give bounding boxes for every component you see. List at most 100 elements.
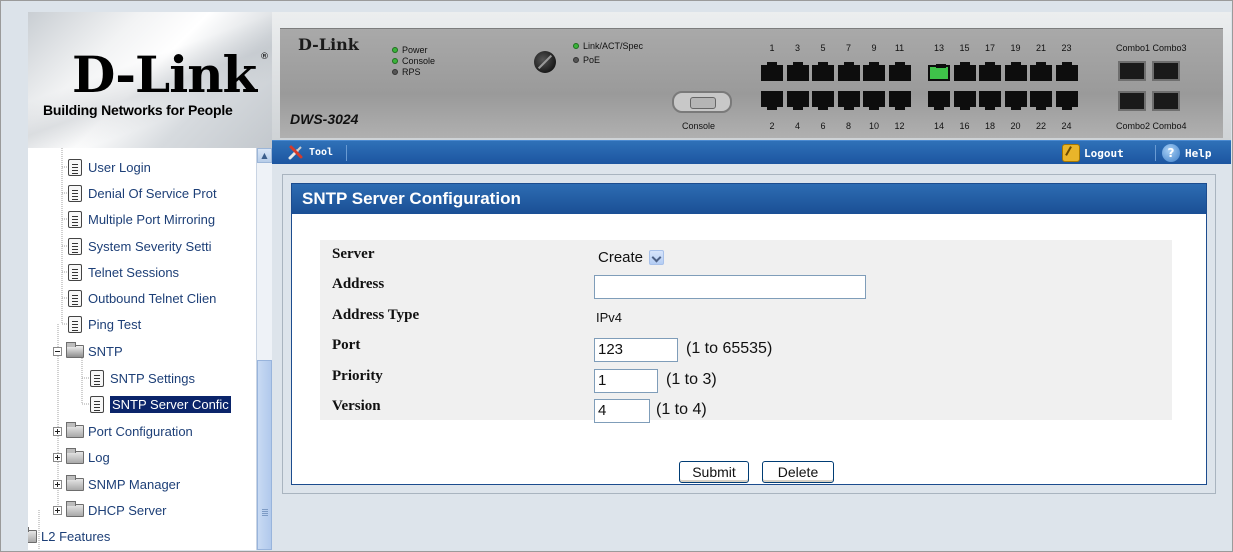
sfp-port-combo1 bbox=[1118, 61, 1146, 81]
version-range-hint: (1 to 4) bbox=[656, 401, 707, 418]
led-indicator bbox=[392, 47, 398, 53]
ethernet-port-3 bbox=[786, 62, 809, 81]
led-power: Power bbox=[392, 45, 428, 55]
expand-toggle-icon[interactable] bbox=[53, 479, 62, 489]
chevron-down-icon[interactable] bbox=[649, 249, 665, 265]
tree-item-log[interactable]: Log bbox=[53, 446, 110, 468]
tree-item-multiple-port-mirroring[interactable]: Multiple Port Mirroring bbox=[68, 208, 215, 230]
dlink-logo: D-Link ® Building Networks for People bbox=[28, 12, 272, 148]
ethernet-port-20 bbox=[1004, 91, 1027, 110]
port-number-label: 2 bbox=[769, 121, 775, 131]
help-question-icon: ? bbox=[1162, 144, 1180, 162]
tree-item-ping-test[interactable]: Ping Test bbox=[68, 313, 141, 335]
port-input[interactable]: 123 bbox=[594, 338, 678, 362]
tree-item-label: DHCP Server bbox=[88, 502, 167, 518]
tree-item-denial-of-service[interactable]: Denial Of Service Prot bbox=[68, 182, 217, 204]
tree-item-label: SNMP Manager bbox=[88, 476, 181, 492]
tree-item-label: Telnet Sessions bbox=[88, 264, 180, 280]
port-number-label: 15 bbox=[959, 43, 970, 53]
led-link-act: Link/ACT/Spec bbox=[573, 41, 643, 51]
expand-toggle-icon[interactable] bbox=[53, 426, 62, 436]
tool-label: Tool bbox=[309, 146, 334, 158]
port-number-label: 24 bbox=[1061, 121, 1072, 131]
toolbar-divider bbox=[346, 145, 347, 161]
tree-item-label: Multiple Port Mirroring bbox=[88, 211, 216, 227]
logout-key-icon bbox=[1062, 144, 1080, 162]
tree-item-label: SNTP bbox=[88, 343, 123, 359]
submit-button[interactable]: Submit bbox=[679, 461, 749, 483]
port-number-label: 14 bbox=[933, 121, 944, 131]
priority-label: Priority bbox=[332, 368, 383, 384]
port-number-label: 23 bbox=[1061, 43, 1072, 53]
tree-item-user-login[interactable]: User Login bbox=[68, 156, 151, 178]
folder-icon bbox=[66, 447, 84, 464]
tool-menu-button[interactable]: Tool bbox=[288, 144, 333, 160]
led-indicator bbox=[573, 57, 579, 63]
tree-item-telnet-sessions[interactable]: Telnet Sessions bbox=[68, 261, 179, 283]
port-number-label: 12 bbox=[894, 121, 905, 131]
port-number-label: 19 bbox=[1010, 43, 1021, 53]
server-select-value: Create bbox=[598, 248, 644, 266]
priority-input[interactable]: 1 bbox=[594, 369, 658, 393]
address-label: Address bbox=[332, 276, 385, 292]
tree-item-sntp-server-config[interactable]: SNTP Server Confic bbox=[90, 393, 231, 415]
server-select[interactable]: Create bbox=[596, 245, 665, 269]
tree-item-label: System Severity Setti bbox=[88, 238, 212, 254]
tree-item-label: Ping Test bbox=[88, 316, 142, 332]
led-label: Link/ACT/Spec bbox=[583, 41, 644, 51]
ethernet-port-2 bbox=[761, 91, 783, 110]
scrollbar-thumb[interactable] bbox=[257, 360, 272, 550]
reset-knob-icon bbox=[534, 51, 556, 73]
main-content: SNTP Server Configuration Server Create … bbox=[272, 164, 1231, 550]
panel-frame: SNTP Server Configuration Server Create … bbox=[282, 174, 1216, 494]
tree-item-sntp[interactable]: SNTP bbox=[53, 340, 123, 362]
tree-item-label: SNTP Server Confic bbox=[110, 395, 231, 413]
tree-item-sntp-settings[interactable]: SNTP Settings bbox=[90, 367, 195, 389]
folder-icon bbox=[66, 421, 84, 438]
scroll-up-icon[interactable]: ▲ bbox=[257, 148, 272, 163]
device-panel-image: D-Link DWS-3024 Power Console RPS Link/A… bbox=[272, 12, 1231, 140]
document-icon bbox=[68, 210, 82, 228]
tree-item-port-configuration[interactable]: Port Configuration bbox=[53, 420, 193, 442]
address-type-label: Address Type bbox=[332, 307, 420, 323]
ethernet-port-5 bbox=[812, 62, 834, 81]
page-title: SNTP Server Configuration bbox=[292, 184, 1206, 214]
sidebar-scrollbar[interactable]: ▲ bbox=[256, 148, 272, 550]
port-number-label: 4 bbox=[794, 121, 800, 131]
tree-item-label: Log bbox=[88, 449, 110, 465]
tree-item-l2-features[interactable]: L2 Features bbox=[28, 525, 110, 547]
console-label: Console bbox=[682, 121, 716, 131]
address-type-value: IPv4 bbox=[596, 310, 623, 325]
port-number-label: 20 bbox=[1010, 121, 1021, 131]
help-label: Help bbox=[1185, 146, 1212, 160]
help-button[interactable]: ? Help bbox=[1162, 144, 1212, 162]
device-faceplate: D-Link DWS-3024 Power Console RPS Link/A… bbox=[280, 28, 1223, 138]
port-number-label: 21 bbox=[1035, 43, 1046, 53]
expand-toggle-icon[interactable] bbox=[53, 452, 62, 462]
tree-item-snmp-manager[interactable]: SNMP Manager bbox=[53, 473, 180, 495]
wrench-icon bbox=[288, 145, 303, 160]
collapse-toggle-icon[interactable] bbox=[53, 346, 62, 356]
port-number-label: 17 bbox=[984, 43, 995, 53]
tree-item-system-severity[interactable]: System Severity Setti bbox=[68, 235, 212, 257]
document-icon bbox=[90, 369, 104, 387]
port-number-label: 8 bbox=[845, 121, 851, 131]
console-port-icon bbox=[672, 91, 732, 113]
led-label: PoE bbox=[583, 55, 601, 65]
version-input[interactable]: 4 bbox=[594, 399, 650, 423]
document-icon bbox=[68, 263, 82, 281]
logout-button[interactable]: Logout bbox=[1062, 144, 1124, 162]
address-input[interactable] bbox=[594, 275, 866, 299]
tree-item-label: User Login bbox=[88, 159, 151, 175]
expand-toggle-icon[interactable] bbox=[53, 505, 62, 515]
port-number-label: 10 bbox=[868, 121, 879, 131]
tree-item-dhcp-server[interactable]: DHCP Server bbox=[53, 499, 167, 521]
delete-button[interactable]: Delete bbox=[762, 461, 834, 483]
tree-item-label: L2 Features bbox=[41, 528, 111, 544]
ethernet-port-4 bbox=[786, 91, 809, 110]
tree-item-outbound-telnet[interactable]: Outbound Telnet Clien bbox=[68, 287, 216, 309]
tree-item-label: SNTP Settings bbox=[110, 370, 196, 386]
combo-bottom-label: Combo2 Combo4 bbox=[1116, 121, 1187, 131]
ethernet-port-15 bbox=[953, 62, 976, 81]
ethernet-port-16 bbox=[953, 91, 976, 110]
